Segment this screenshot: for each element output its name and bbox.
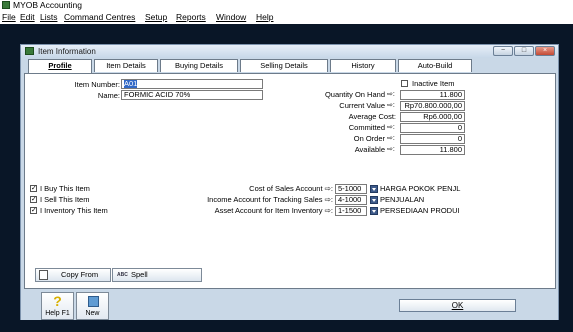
committed-label: Committed (348, 123, 385, 132)
menu-edit[interactable]: Edit (20, 12, 35, 22)
new-button[interactable]: New (76, 292, 109, 320)
spell-check-icon: ABC (117, 272, 128, 278)
on-order-zoom-arrow[interactable]: ⇨: (387, 134, 395, 142)
item-number-field[interactable]: A01 (121, 79, 263, 89)
new-item-icon (88, 296, 99, 307)
menu-setup[interactable]: Setup (145, 12, 167, 22)
quantity-on-hand-zoom-arrow[interactable]: ⇨: (387, 90, 395, 98)
item-name-field[interactable]: FORMIC ACID 70% (121, 90, 263, 100)
help-label: Help F1 (45, 310, 70, 317)
current-value-zoom-arrow[interactable]: ⇨: (387, 101, 395, 109)
tab-profile[interactable]: Profile (28, 59, 92, 73)
on-order-value: 0 (400, 134, 465, 144)
ok-button[interactable]: OK (399, 299, 516, 312)
income-account-label: Income Account for Tracking Sales ⇨: (207, 195, 333, 204)
account-list-icon[interactable] (370, 185, 378, 193)
inactive-item-label: Inactive Item (412, 79, 455, 88)
app-title-bar: MYOB Accounting (0, 0, 573, 11)
window-title: Item Information (38, 47, 96, 56)
income-account-name: PENJUALAN (380, 195, 425, 204)
available-value: 11.800 (400, 145, 465, 155)
inventory-item-checkbox[interactable]: ✓ (30, 207, 37, 214)
committed-zoom-arrow[interactable]: ⇨: (387, 123, 395, 131)
on-order-label: On Order (353, 134, 385, 143)
menu-help[interactable]: Help (256, 12, 273, 22)
maximize-button[interactable]: □ (514, 46, 534, 56)
current-value-label: Current Value (339, 101, 385, 110)
spell-label: Spell (131, 270, 148, 279)
tab-buying-details[interactable]: Buying Details (160, 59, 238, 72)
menu-bar: File Edit Lists Command Centres Setup Re… (0, 11, 573, 23)
bottom-bar: ? Help F1 New OK (21, 290, 558, 320)
copy-from-label: Copy From (61, 270, 99, 279)
inactive-item-checkbox[interactable] (401, 80, 408, 87)
available-label: Available (354, 145, 385, 154)
cost-of-sales-account-field[interactable]: 5-1000 (335, 184, 367, 194)
average-cost-value: Rp6.000,00 (400, 112, 465, 122)
sell-item-checkbox[interactable]: ✓ (30, 196, 37, 203)
profile-panel: Item Number: A01 Name: FORMIC ACID 70% I… (24, 73, 556, 289)
item-information-window: Item Information − □ × Profile Item Deta… (20, 44, 559, 320)
asset-account-label: Asset Account for Item Inventory ⇨: (214, 206, 333, 215)
quantity-on-hand-label: Quantity On Hand (324, 90, 385, 99)
account-list-icon[interactable] (370, 207, 378, 215)
new-label: New (85, 310, 100, 317)
buy-item-checkbox[interactable]: ✓ (30, 185, 37, 192)
tab-bar: Profile Item Details Buying Details Sell… (24, 59, 557, 73)
available-zoom-arrow[interactable]: ⇨: (387, 145, 395, 153)
inventory-item-label: I Inventory This Item (40, 206, 108, 215)
close-button[interactable]: × (535, 46, 555, 56)
buy-item-label: I Buy This Item (40, 184, 90, 193)
item-name-label: Name: (97, 91, 120, 100)
tab-history[interactable]: History (330, 59, 396, 72)
copy-icon (39, 270, 48, 280)
menu-lists[interactable]: Lists (40, 12, 57, 22)
tab-selling-details[interactable]: Selling Details (240, 59, 328, 72)
account-list-icon[interactable] (370, 196, 378, 204)
asset-account-name: PERSEDIAAN PRODUI (380, 206, 460, 215)
item-number-value: A01 (124, 79, 138, 88)
menu-reports[interactable]: Reports (176, 12, 206, 22)
cost-of-sales-account-name: HARGA POKOK PENJL (380, 184, 461, 193)
tab-item-details[interactable]: Item Details (94, 59, 158, 72)
menu-file[interactable]: File (2, 12, 16, 22)
window-title-bar: Item Information − □ × (21, 45, 558, 58)
cost-of-sales-account-label: Cost of Sales Account ⇨: (249, 184, 333, 193)
income-account-field[interactable]: 4-1000 (335, 195, 367, 205)
copy-from-button[interactable]: Copy From (35, 268, 111, 282)
window-icon (25, 47, 34, 55)
current-value-value: Rp70.800.000,00 (400, 101, 465, 111)
tab-auto-build[interactable]: Auto-Build (398, 59, 472, 72)
help-button[interactable]: ? Help F1 (41, 292, 74, 320)
quantity-on-hand-value: 11.800 (400, 90, 465, 100)
item-number-label: Item Number: (74, 80, 120, 89)
sell-item-label: I Sell This Item (40, 195, 90, 204)
minimize-button[interactable]: − (493, 46, 513, 56)
app-title: MYOB Accounting (13, 0, 82, 10)
asset-account-field[interactable]: 1-1500 (335, 206, 367, 216)
menu-window[interactable]: Window (216, 12, 246, 22)
menu-command-centres[interactable]: Command Centres (64, 12, 135, 22)
myob-app-icon (2, 1, 10, 9)
help-question-icon: ? (53, 293, 62, 309)
committed-value: 0 (400, 123, 465, 133)
average-cost-label: Average Cost: (348, 112, 396, 121)
spell-button[interactable]: ABC Spell (112, 268, 202, 282)
